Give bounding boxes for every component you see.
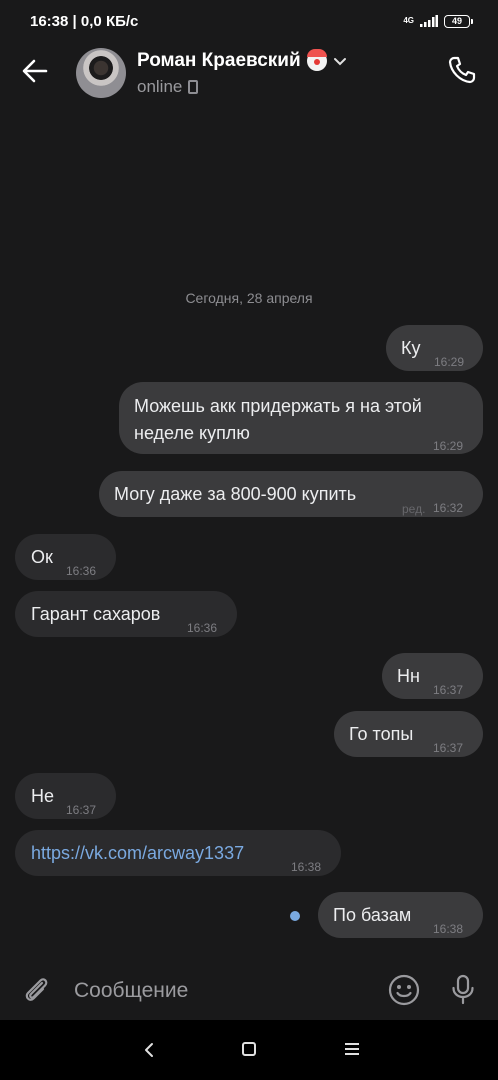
mobile-device-icon <box>188 80 199 94</box>
battery-icon: 49 <box>444 14 473 28</box>
message-text-line1: Можешь акк придержать я на этой <box>134 396 422 416</box>
status-separator: | <box>72 12 81 30</box>
message-bubble-outgoing[interactable]: Го топы 16:37 <box>334 711 483 757</box>
message-text: Нн <box>397 666 420 686</box>
message-time: 16:36 <box>187 621 218 635</box>
status-bar: 16:38 | 0,0 КБ/с 4G 49 <box>0 0 498 42</box>
contact-status: online <box>137 77 199 97</box>
message-time: 16:32 <box>433 501 464 515</box>
message-text-line2: неделе куплю <box>134 423 250 443</box>
nav-recents-icon[interactable] <box>345 1043 359 1057</box>
unread-indicator <box>290 911 300 921</box>
message-bubble-outgoing[interactable]: Ку 16:29 <box>386 325 483 371</box>
message-time: 16:29 <box>434 355 465 369</box>
message-bubble-incoming[interactable]: Не 16:37 <box>15 773 116 819</box>
network-type: 4G <box>403 17 414 25</box>
message-time: 16:38 <box>291 860 322 874</box>
contact-name-row[interactable]: Роман Краевский <box>137 49 347 72</box>
phone-call-icon[interactable] <box>446 54 478 86</box>
message-composer <box>0 960 498 1020</box>
signal-icon <box>420 15 438 27</box>
back-arrow-icon[interactable] <box>20 56 50 86</box>
chat-header: Роман Краевский online <box>0 42 498 102</box>
chevron-down-icon[interactable] <box>333 56 347 66</box>
message-bubble-outgoing[interactable]: Могу даже за 800-900 купить ред. 16:32 <box>99 471 483 517</box>
clown-emoji-icon <box>306 49 327 71</box>
status-left: 16:38 | 0,0 КБ/с <box>30 13 138 30</box>
message-text: Могу даже за 800-900 купить <box>114 484 357 504</box>
contact-name[interactable]: Роман Краевский <box>137 50 301 72</box>
date-divider: Сегодня, 28 апреля <box>185 290 313 306</box>
status-right: 4G 49 <box>403 14 473 28</box>
nav-back-icon[interactable] <box>140 1040 160 1060</box>
status-text: online <box>137 77 183 96</box>
status-time: 16:38 <box>30 12 69 30</box>
message-bubble-incoming[interactable]: Гарант сахаров 16:36 <box>15 591 237 637</box>
edited-label: ред. <box>402 502 426 516</box>
message-time: 16:29 <box>433 439 464 453</box>
message-time: 16:37 <box>433 683 464 697</box>
message-bubble-outgoing[interactable]: По базам 16:38 <box>318 892 483 938</box>
message-time: 16:38 <box>433 922 464 936</box>
message-text: Ок <box>31 547 53 567</box>
message-text: По базам <box>333 905 412 925</box>
nav-home-icon[interactable] <box>242 1042 256 1056</box>
avatar[interactable] <box>76 48 126 98</box>
message-time: 16:37 <box>66 803 97 817</box>
message-link[interactable]: https://vk.com/arcway1337 <box>31 840 244 866</box>
message-text: Ку <box>401 338 421 358</box>
message-bubble-incoming[interactable]: https://vk.com/arcway1337 16:38 <box>15 830 341 876</box>
emoji-icon[interactable] <box>387 973 421 1007</box>
message-bubble-outgoing[interactable]: Можешь акк придержать я на этой неделе к… <box>119 382 483 454</box>
status-network-speed: 0,0 КБ/с <box>80 12 139 30</box>
message-time: 16:37 <box>433 741 464 755</box>
microphone-icon[interactable] <box>446 972 480 1006</box>
battery-level: 49 <box>451 15 462 26</box>
message-text: Гарант сахаров <box>31 604 161 624</box>
system-navigation-bar <box>0 1020 498 1080</box>
message-text: Го топы <box>349 724 414 744</box>
message-text: Не <box>31 786 55 806</box>
message-input[interactable] <box>72 975 356 1007</box>
message-bubble-outgoing[interactable]: Нн 16:37 <box>382 653 483 699</box>
message-time: 16:36 <box>66 564 97 578</box>
paperclip-icon[interactable] <box>20 974 52 1006</box>
message-bubble-incoming[interactable]: Ок 16:36 <box>15 534 116 580</box>
network-type-label: 4G <box>403 16 414 25</box>
